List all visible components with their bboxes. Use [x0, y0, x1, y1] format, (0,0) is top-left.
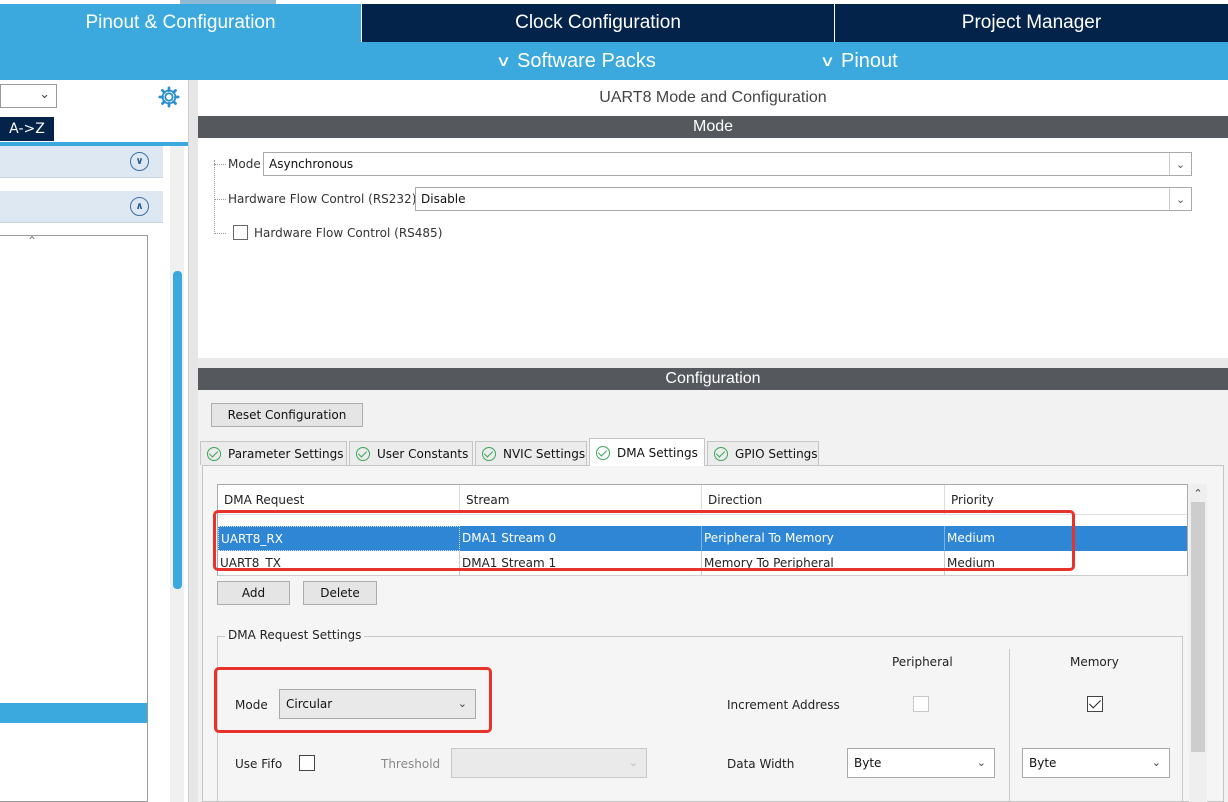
- mode-label: Mode: [228, 157, 261, 171]
- mode-area: Mode Asynchronous ⌄ Hardware Flow Contro…: [198, 138, 1228, 358]
- threshold-label: Threshold: [381, 757, 441, 771]
- configuration-section-header: Configuration: [198, 368, 1228, 390]
- tab-label: Parameter Settings: [228, 446, 344, 461]
- chevron-down-icon: ∨: [495, 53, 512, 70]
- tab-nvic-settings[interactable]: NVIC Settings: [475, 441, 587, 465]
- tab-label: DMA Settings: [617, 445, 698, 460]
- reset-configuration-button[interactable]: Reset Configuration: [211, 403, 363, 427]
- chevron-down-icon: ⌄: [1151, 756, 1161, 769]
- data-width-label: Data Width: [727, 757, 795, 771]
- memory-data-width-value: Byte: [1029, 756, 1057, 770]
- category-select[interactable]: ⌄: [0, 84, 57, 108]
- tab-user-constants[interactable]: User Constants: [349, 441, 473, 465]
- tree-line: [214, 160, 215, 234]
- tab-parameter-settings[interactable]: Parameter Settings: [200, 441, 347, 465]
- mode-select-value: Asynchronous: [269, 157, 354, 171]
- peripheral-header: Peripheral: [892, 655, 953, 669]
- left-panel: ⌄ A->Z ∨ ∧ ⌃: [0, 80, 188, 802]
- highlight-box-dma-mode: [214, 667, 492, 733]
- top-navigation: Pinout & Configuration Clock Configurati…: [0, 0, 1228, 42]
- check-circle-icon: [482, 446, 496, 461]
- memory-increment-checkbox[interactable]: [1087, 696, 1103, 712]
- double-chevron-down-icon[interactable]: ∨: [130, 152, 149, 171]
- chevron-down-icon: ⌄: [976, 756, 986, 769]
- category-group-collapsed[interactable]: ∨: [0, 146, 163, 178]
- sort-az-button[interactable]: A->Z: [0, 117, 54, 141]
- chevron-up-icon[interactable]: ⌃: [1189, 484, 1207, 502]
- software-packs-label: Software Packs: [516, 49, 656, 72]
- tab-label: NVIC Settings: [503, 446, 586, 461]
- tab-clock-configuration[interactable]: Clock Configuration: [362, 4, 834, 42]
- memory-data-width-select[interactable]: Byte ⌄: [1022, 748, 1170, 778]
- column-divider: [1009, 649, 1010, 802]
- scroll-thumb[interactable]: [1191, 502, 1205, 752]
- hw-flow-rs232-select[interactable]: Disable ⌄: [415, 187, 1192, 211]
- tab-label: GPIO Settings: [735, 446, 818, 461]
- dma-panel-scrollbar[interactable]: ⌃: [1189, 484, 1207, 802]
- configuration-area: Reset Configuration Parameter Settings U…: [198, 390, 1228, 802]
- tab-pinout-configuration[interactable]: Pinout & Configuration: [0, 4, 361, 42]
- panel-splitter[interactable]: [188, 80, 198, 802]
- hw-flow-rs232-value: Disable: [421, 192, 466, 206]
- configuration-panel: UART8 Mode and Configuration Mode Mode A…: [198, 80, 1228, 802]
- panel-title: UART8 Mode and Configuration: [198, 80, 1228, 116]
- threshold-select[interactable]: ⌄: [451, 748, 647, 778]
- category-group-expanded[interactable]: ∧: [0, 191, 163, 223]
- peripheral-data-width-select[interactable]: Byte ⌄: [847, 748, 995, 778]
- section-gap: [198, 358, 1228, 368]
- use-fifo-label: Use Fifo: [235, 757, 283, 771]
- tab-dma-settings[interactable]: DMA Settings: [589, 438, 705, 466]
- peripheral-increment-checkbox[interactable]: [913, 696, 929, 712]
- delete-button[interactable]: Delete: [303, 581, 377, 605]
- tree-line: [214, 199, 226, 200]
- check-circle-icon: [714, 446, 728, 461]
- hw-flow-rs485-label: Hardware Flow Control (RS485): [254, 226, 443, 240]
- increment-address-label: Increment Address: [727, 698, 840, 712]
- tree-line: [214, 164, 226, 165]
- mode-select[interactable]: Asynchronous ⌄: [263, 152, 1192, 176]
- peripheral-data-width-value: Byte: [854, 756, 882, 770]
- list-item-selected[interactable]: [0, 703, 147, 723]
- hw-flow-rs232-label: Hardware Flow Control (RS232): [228, 192, 417, 206]
- tab-label: User Constants: [377, 446, 469, 461]
- highlight-box-dma-rows: [213, 510, 1075, 571]
- hw-flow-rs485-checkbox[interactable]: [233, 225, 248, 240]
- software-packs-menu[interactable]: ∨ Software Packs: [495, 42, 656, 80]
- pinout-label: Pinout: [840, 49, 898, 72]
- check-circle-icon: [207, 446, 221, 461]
- chevron-down-icon: ⌄: [1169, 188, 1191, 210]
- tree-line: [214, 233, 226, 234]
- peripheral-list[interactable]: ⌃: [0, 234, 148, 802]
- dma-settings-panel: DMA Request Stream Direction Priority UA…: [202, 465, 1224, 802]
- chevron-down-icon: ∨: [819, 53, 836, 70]
- tab-project-manager[interactable]: Project Manager: [835, 4, 1228, 42]
- chevron-down-icon: ⌄: [1169, 153, 1191, 175]
- use-fifo-checkbox[interactable]: [299, 755, 315, 771]
- chevron-down-icon: ⌄: [628, 756, 638, 769]
- chevron-down-icon: ⌄: [39, 87, 50, 102]
- add-button[interactable]: Add: [217, 581, 290, 605]
- pinout-menu[interactable]: ∨ Pinout: [819, 42, 898, 80]
- memory-header: Memory: [1070, 655, 1119, 669]
- caret-up-icon: ⌃: [27, 234, 38, 248]
- gear-icon[interactable]: [158, 86, 180, 108]
- sub-menu-bar: ∨ Software Packs ∨ Pinout: [0, 42, 1228, 80]
- left-scrollbar[interactable]: [170, 146, 184, 802]
- scroll-thumb[interactable]: [173, 271, 182, 589]
- check-circle-icon: [596, 445, 610, 460]
- check-circle-icon: [356, 446, 370, 461]
- dma-request-settings-title: DMA Request Settings: [225, 628, 365, 642]
- double-chevron-up-icon[interactable]: ∧: [130, 197, 149, 216]
- mode-section-header: Mode: [198, 116, 1228, 138]
- tab-gpio-settings[interactable]: GPIO Settings: [707, 441, 819, 465]
